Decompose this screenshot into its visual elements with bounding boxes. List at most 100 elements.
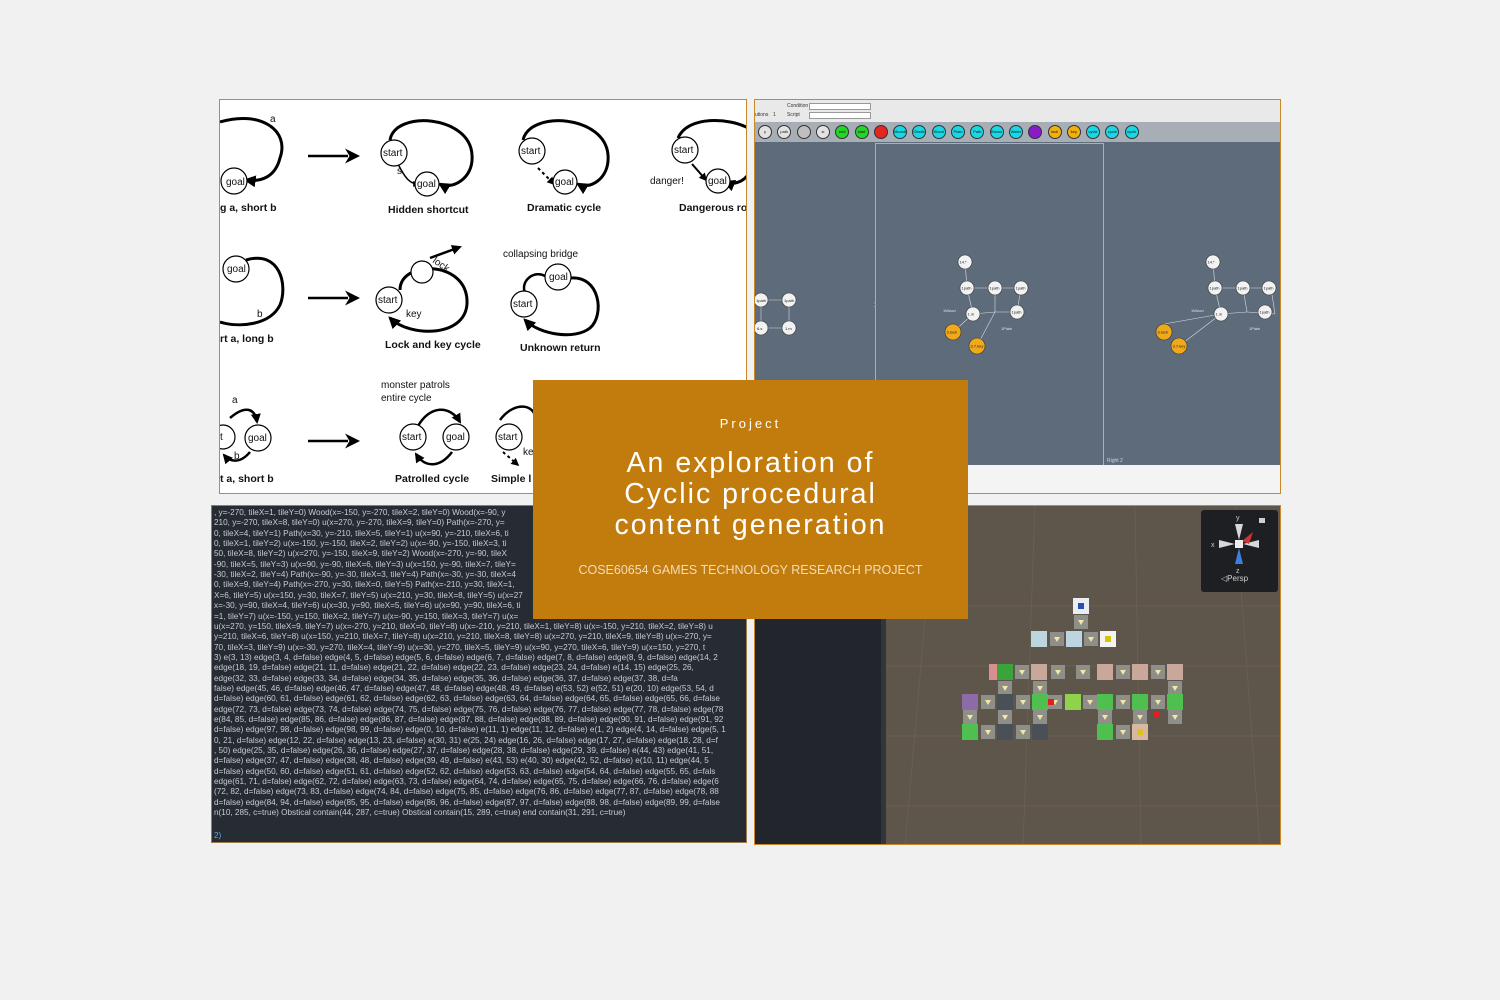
level-tile bbox=[997, 664, 1013, 680]
graph-node[interactable]: 1.m bbox=[965, 306, 981, 322]
level-tile bbox=[1132, 694, 1148, 710]
svg-text:6.s: 6.s bbox=[757, 326, 762, 331]
diagram-caption: Dramatic cycle bbox=[527, 202, 601, 214]
graph-node[interactable]: 1.m bbox=[1213, 306, 1229, 322]
diagram-patrolled-cycle: start goal monster patrols entire cycle … bbox=[381, 380, 470, 485]
level-tile bbox=[1097, 694, 1113, 710]
level-tile bbox=[1032, 724, 1048, 740]
graph-node[interactable]: 1path bbox=[1207, 280, 1223, 296]
console-line: edge(61, 71, d=false) edge(62, 72, d=fal… bbox=[214, 777, 719, 787]
svg-text:3.lock: 3.lock bbox=[1158, 330, 1168, 335]
graph-node[interactable]: 14.* bbox=[1205, 254, 1221, 270]
svg-text:1.m: 1.m bbox=[968, 312, 975, 317]
level-tile bbox=[1167, 664, 1183, 680]
diagram-node-t: t bbox=[220, 432, 223, 443]
item-marker-icon bbox=[1078, 603, 1084, 609]
svg-text:1path: 1path bbox=[1210, 286, 1220, 291]
console-line: x=-30, y=90, tileX=4, tileY=6) u(x=30, y… bbox=[214, 601, 521, 611]
diagram-short-a-long-b: goal b rt a, long b bbox=[220, 255, 285, 345]
diagram-hidden-shortcut: start goal s Hidden shortcut bbox=[380, 119, 474, 216]
edge-label: 1Wood bbox=[1191, 308, 1204, 313]
console-line: d=false) edge(84, 94, d=false) edge(85, … bbox=[214, 797, 720, 807]
graph-node[interactable]: 1path bbox=[1235, 280, 1251, 296]
diagram-note: danger! bbox=[650, 176, 684, 187]
graph-node[interactable]: 14.* bbox=[957, 254, 973, 270]
console-line: -30, tileX=2, tileY=4) Path(x=-90, y=-30… bbox=[214, 570, 516, 580]
svg-text:1path: 1path bbox=[1012, 310, 1022, 315]
diagram-node-goal: goal bbox=[549, 272, 568, 283]
edge-label: 1Plain bbox=[1249, 326, 1260, 331]
console-line: d=false) edge(37, 47, d=false) edge(38, … bbox=[214, 756, 709, 766]
graph-node[interactable]: 1path bbox=[1257, 304, 1273, 320]
console-line: 50, tileX=8, tileY=2) u(x=270, y=-150, t… bbox=[214, 549, 507, 559]
console-line: 0, tileX=1, tileY=2) u(x=-150, y=-150, t… bbox=[214, 539, 507, 549]
diagram-simple-lock: start ke Simple l bbox=[491, 405, 537, 485]
diagram-edge-label: b bbox=[257, 309, 263, 320]
console-line: =1, tileY=7) u(x=-150, y=150, tileX=2, t… bbox=[214, 611, 519, 621]
console-line: d=false) edge(97, 98, d=false) edge(98, … bbox=[214, 725, 726, 735]
level-tile bbox=[1031, 631, 1047, 647]
item-marker-icon bbox=[1137, 729, 1143, 735]
console-line: 210, y=-270, tileX=8, tileY=0) u(x=270, … bbox=[214, 518, 505, 528]
diagram-node-start: start bbox=[674, 145, 694, 156]
diagram-node-start: start bbox=[402, 432, 422, 443]
edge-label: 1Plain bbox=[1001, 326, 1012, 331]
svg-text:14.*: 14.* bbox=[1208, 260, 1216, 265]
console-line: d=false) edge(50, 60, d=false) edge(51, … bbox=[214, 766, 716, 776]
diagram-edge-label-b: b bbox=[234, 451, 240, 462]
diagram-node-goal: goal bbox=[708, 176, 727, 187]
diagram-dangerous-route: start goal danger! Dangerous ro bbox=[650, 119, 746, 214]
persp-label[interactable]: ◁Persp bbox=[1221, 574, 1248, 583]
svg-text:1path: 1path bbox=[756, 298, 766, 303]
item-marker-icon bbox=[1154, 712, 1160, 718]
graph-node[interactable]: 3.lock bbox=[944, 323, 962, 341]
diagram-node-start: start bbox=[383, 148, 403, 159]
diagram-edge-label-a: a bbox=[232, 395, 238, 406]
console-line: u(x=270, y=150, tileX=9, tileY=7) u(x=-2… bbox=[214, 621, 713, 631]
diagram-node-start: start bbox=[498, 432, 518, 443]
level-tile bbox=[1132, 664, 1148, 680]
console-line: 3) e(3, 13) edge(3, 4, d=false) edge(4, … bbox=[214, 652, 718, 662]
graph-node[interactable]: 1.m bbox=[781, 320, 797, 336]
graph-node[interactable]: 3.7.key bbox=[1170, 337, 1188, 355]
level-tile bbox=[962, 724, 978, 740]
graph-node[interactable]: 6.s bbox=[755, 320, 769, 336]
console-line: 0, 21, d=false) edge(12, 22, d=false) ed… bbox=[214, 735, 718, 745]
diagram-node-goal: goal bbox=[417, 179, 436, 190]
svg-text:1path: 1path bbox=[962, 286, 972, 291]
diagram-key-label: key bbox=[406, 309, 422, 320]
level-tile bbox=[1032, 694, 1048, 710]
console-line: edge(32, 33, d=false) edge(33, 34, d=fal… bbox=[214, 673, 678, 683]
graph-node[interactable]: 1path bbox=[781, 292, 797, 308]
console-line: d=false) edge(60, 61, d=false) edge(61, … bbox=[214, 694, 720, 704]
graph-node[interactable]: 3.lock bbox=[1155, 323, 1173, 341]
svg-text:3.7.key: 3.7.key bbox=[971, 344, 984, 349]
svg-text:1path: 1path bbox=[1016, 286, 1026, 291]
gizmo-x-label: x bbox=[1211, 542, 1215, 549]
graph-node[interactable]: 1path bbox=[987, 280, 1003, 296]
svg-text:1path: 1path bbox=[1238, 286, 1248, 291]
console-end-marker: 2) bbox=[214, 831, 222, 840]
item-marker-icon bbox=[1105, 636, 1111, 642]
graph-node[interactable]: 1path bbox=[959, 280, 975, 296]
svg-text:3.lock: 3.lock bbox=[947, 330, 957, 335]
chevron-right-icon: › bbox=[873, 297, 877, 311]
console-line: edge(72, 73, d=false) edge(73, 74, d=fal… bbox=[214, 704, 724, 714]
console-line: edge(18, 19, d=false) edge(21, 11, d=fal… bbox=[214, 663, 694, 673]
diagram-dramatic-cycle: start goal Dramatic cycle bbox=[518, 119, 610, 214]
svg-text:1path: 1path bbox=[1260, 310, 1270, 315]
graph-node[interactable]: 1path bbox=[1009, 304, 1025, 320]
graph-node[interactable]: 1path bbox=[1013, 280, 1029, 296]
graph-node[interactable]: 1path bbox=[755, 292, 769, 308]
graph-node[interactable]: 3.7.key bbox=[968, 337, 986, 355]
lock-icon bbox=[1259, 518, 1265, 523]
diagram-caption: Unknown return bbox=[520, 342, 601, 354]
title-card: Project An exploration of Cyclic procedu… bbox=[533, 380, 968, 619]
diagram-node-goal: goal bbox=[446, 432, 465, 443]
diagram-node-goal: goal bbox=[226, 177, 245, 188]
console-line: -90, tileX=5, tileY=3) u(x=90, y=-90, ti… bbox=[214, 559, 516, 569]
title-line: content generation bbox=[614, 509, 887, 541]
console-line: 70, tileX=3, tileY=9) u(x=-30, y=270, ti… bbox=[214, 642, 706, 652]
level-tile bbox=[1066, 631, 1082, 647]
graph-node[interactable]: 1path bbox=[1261, 280, 1277, 296]
